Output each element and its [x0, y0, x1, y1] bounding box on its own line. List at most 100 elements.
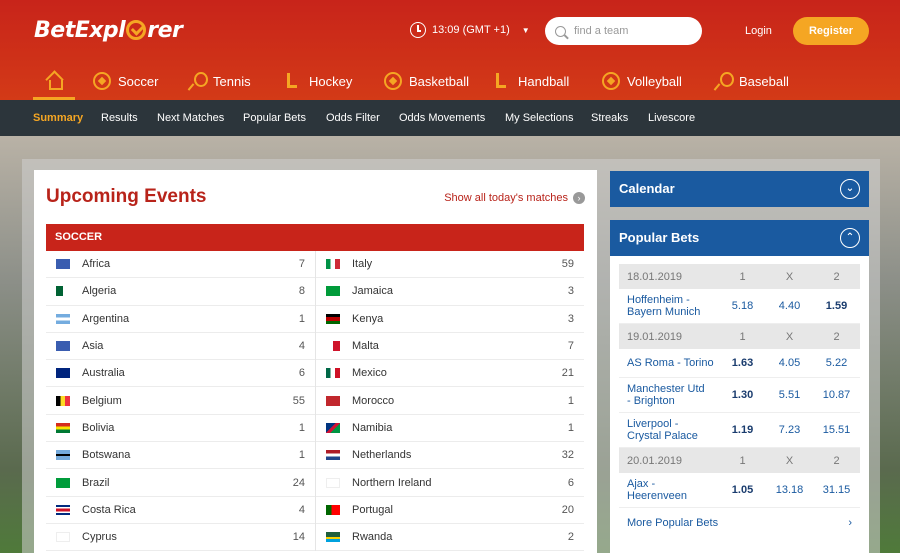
flag-icon: [56, 504, 70, 515]
search-input[interactable]: [574, 25, 694, 37]
nav-baseball[interactable]: Baseball: [714, 62, 789, 100]
home-icon: [45, 71, 63, 90]
subnav-results[interactable]: Results: [101, 100, 138, 136]
flag-icon: [326, 477, 340, 488]
odds-2[interactable]: 5.22: [813, 357, 860, 369]
nav-basketball[interactable]: Basketball: [384, 62, 469, 100]
nav-volleyball[interactable]: Volleyball: [602, 62, 682, 100]
subnav-livescore[interactable]: Livescore: [648, 100, 695, 136]
list-item[interactable]: Costa Rica 4: [46, 497, 315, 524]
match-row[interactable]: Hoffenheim - Bayern Munich 5.18 4.40 1.59: [619, 289, 860, 324]
list-item[interactable]: Australia 6: [46, 360, 315, 388]
subnav-next-matches[interactable]: Next Matches: [157, 100, 224, 136]
popular-bets-header[interactable]: Popular Bets ⌃: [610, 220, 869, 256]
match-row[interactable]: Ajax - Heerenveen 1.05 13.18 31.15: [619, 473, 860, 508]
upcoming-events-title: Upcoming Events: [46, 186, 207, 207]
list-item[interactable]: Namibia 1: [316, 415, 584, 443]
odds-1[interactable]: 5.18: [719, 300, 766, 312]
nav-tennis[interactable]: Tennis: [188, 62, 251, 100]
countries-right-column: Italy 59 Jamaica 3 Kenya 3 Malta 7 Mexico 21 …: [315, 251, 584, 552]
login-link[interactable]: Login: [745, 25, 772, 37]
odds-x[interactable]: 13.18: [766, 484, 813, 496]
odds-2[interactable]: 10.87: [813, 389, 860, 401]
flag-icon: [56, 532, 70, 543]
odds-x[interactable]: 4.40: [766, 300, 813, 312]
list-item[interactable]: Kenya 3: [316, 306, 584, 333]
match-link[interactable]: Hoffenheim - Bayern Munich: [619, 294, 719, 318]
nav-soccer[interactable]: Soccer: [93, 62, 158, 100]
subnav-odds-movements[interactable]: Odds Movements: [399, 100, 485, 136]
flag-icon: [56, 341, 70, 352]
list-item[interactable]: Portugal 20: [316, 497, 584, 524]
list-item[interactable]: Netherlands 32: [316, 442, 584, 470]
list-item[interactable]: Rwanda 2: [316, 524, 584, 552]
tennis-racket-icon: [188, 72, 208, 90]
odds-2[interactable]: 31.15: [813, 484, 860, 496]
nav-handball[interactable]: Handball: [493, 62, 569, 100]
chevron-right-icon: ›: [848, 517, 852, 529]
odds-2[interactable]: 15.51: [813, 424, 860, 436]
subnav-popular-bets[interactable]: Popular Bets: [243, 100, 306, 136]
list-item[interactable]: Italy 59: [316, 251, 584, 279]
subnav-streaks[interactable]: Streaks: [591, 100, 628, 136]
odds-1[interactable]: 1.30: [719, 389, 766, 401]
match-row[interactable]: Liverpool - Crystal Palace 1.19 7.23 15.5…: [619, 413, 860, 448]
calendar-header[interactable]: Calendar ⌄: [610, 171, 869, 207]
list-item[interactable]: Cyprus 14: [46, 524, 315, 552]
register-button[interactable]: Register: [793, 17, 869, 45]
flag-icon: [326, 532, 340, 543]
subnav-summary[interactable]: Summary: [33, 100, 83, 136]
list-item[interactable]: Botswana 1: [46, 442, 315, 470]
flag-icon: [56, 313, 70, 324]
popular-bets-list: 18.01.2019 1 X 2 Hoffenheim - Bayern Muni…: [610, 256, 869, 553]
list-item[interactable]: Belgium 55: [46, 387, 315, 415]
odds-x[interactable]: 4.05: [766, 357, 813, 369]
nav-hockey[interactable]: Hockey: [284, 62, 352, 100]
list-item[interactable]: Algeria 8: [46, 278, 315, 306]
betexplorer-logo[interactable]: BetExpl rer: [34, 18, 183, 43]
flag-icon: [56, 450, 70, 461]
flag-icon: [326, 341, 340, 352]
odds-x[interactable]: 7.23: [766, 424, 813, 436]
flag-icon: [326, 286, 340, 297]
match-row[interactable]: Manchester Utd - Brighton 1.30 5.51 10.87: [619, 378, 860, 413]
list-item[interactable]: Morocco 1: [316, 387, 584, 415]
sub-nav: Summary Results Next Matches Popular Bet…: [0, 100, 900, 136]
list-item[interactable]: Mexico 21: [316, 360, 584, 388]
list-item[interactable]: Jamaica 3: [316, 278, 584, 306]
match-row[interactable]: AS Roma - Torino 1.63 4.05 5.22: [619, 349, 860, 378]
list-item[interactable]: Argentina 1: [46, 306, 315, 333]
odds-2[interactable]: 1.59: [813, 300, 860, 312]
match-link[interactable]: Manchester Utd - Brighton: [619, 383, 719, 407]
more-popular-bets-link[interactable]: More Popular Bets ›: [619, 508, 860, 538]
timezone-selector[interactable]: 13:09 (GMT +1) ▼: [410, 22, 530, 38]
list-item[interactable]: Asia 4: [46, 333, 315, 361]
list-item[interactable]: Africa 7: [46, 251, 315, 279]
subnav-my-selections[interactable]: My Selections: [505, 100, 573, 136]
list-item[interactable]: Northern Ireland 6: [316, 469, 584, 497]
odds-1[interactable]: 1.05: [719, 484, 766, 496]
odds-1[interactable]: 1.19: [719, 424, 766, 436]
list-item[interactable]: Bolivia 1: [46, 415, 315, 443]
list-item[interactable]: Brazil 24: [46, 469, 315, 497]
match-link[interactable]: AS Roma - Torino: [619, 357, 719, 369]
chevron-down-icon: ▼: [521, 25, 530, 35]
nav-home[interactable]: [33, 62, 75, 100]
flag-icon: [56, 395, 70, 406]
show-all-matches-link[interactable]: Show all today's matches ›: [444, 192, 585, 204]
flag-icon: [56, 422, 70, 433]
flag-icon: [326, 313, 340, 324]
upcoming-events-panel: Upcoming Events Show all today's matches…: [34, 170, 597, 553]
logo-check-icon: [126, 20, 147, 40]
date-row: 19.01.2019 1 X 2: [619, 324, 860, 349]
chevron-down-icon[interactable]: ⌄: [840, 179, 860, 199]
subnav-odds-filter[interactable]: Odds Filter: [326, 100, 380, 136]
list-item[interactable]: Malta 7: [316, 333, 584, 361]
odds-1[interactable]: 1.63: [719, 357, 766, 369]
basketball-icon: [384, 72, 402, 90]
chevron-up-icon[interactable]: ⌃: [840, 228, 860, 248]
match-link[interactable]: Liverpool - Crystal Palace: [619, 418, 719, 442]
search-box[interactable]: [545, 17, 702, 45]
match-link[interactable]: Ajax - Heerenveen: [619, 478, 719, 502]
odds-x[interactable]: 5.51: [766, 389, 813, 401]
